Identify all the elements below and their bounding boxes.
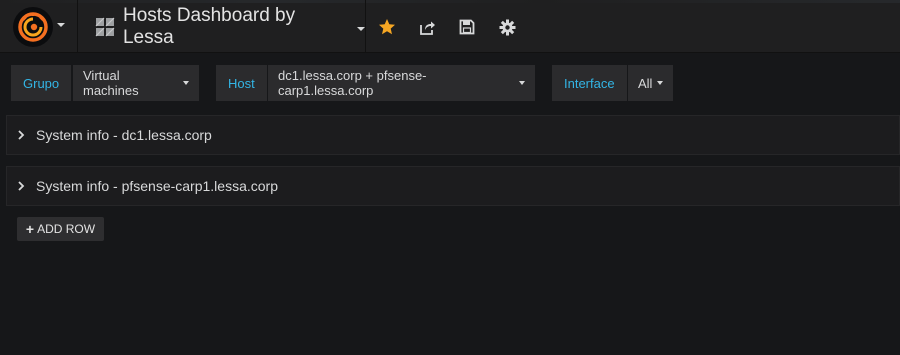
chevron-down-icon (657, 81, 664, 85)
chevron-down-icon (57, 23, 65, 27)
row-title: System info - pfsense-carp1.lessa.corp (36, 178, 278, 194)
chevron-down-icon (519, 81, 525, 85)
dashboard-title-button[interactable]: Hosts Dashboard by Lessa (79, 0, 366, 53)
variable-label-host: Host (216, 65, 267, 101)
variable-label-grupo: Grupo (11, 65, 72, 101)
top-navbar: Hosts Dashboard by Lessa (0, 0, 900, 53)
chevron-down-icon (357, 26, 365, 31)
row-title: System info - dc1.lessa.corp (36, 127, 212, 143)
dashboard-row[interactable]: System info - pfsense-carp1.lessa.corp (6, 166, 900, 206)
share-icon[interactable] (417, 17, 437, 37)
variable-dropdown-grupo[interactable]: Virtual machines (73, 65, 199, 101)
grafana-logo-icon (12, 6, 53, 47)
dashboard-title: Hosts Dashboard by Lessa (122, 4, 296, 48)
gear-icon[interactable] (497, 17, 517, 37)
chevron-right-icon (18, 181, 25, 191)
variable-dropdown-host[interactable]: dc1.lessa.corp + pfsense-carp1.lessa.cor… (268, 65, 535, 101)
variable-value-grupo: Virtual machines (83, 68, 139, 98)
save-icon[interactable] (457, 17, 477, 37)
chevron-right-icon (18, 130, 25, 140)
dashboard-grid-icon (95, 17, 115, 36)
variable-label-interface: Interface (552, 65, 627, 101)
add-row-button[interactable]: + ADD ROW (17, 217, 104, 241)
variable-value-interface: All (638, 75, 653, 91)
chevron-down-icon (183, 81, 189, 85)
dashboard-row[interactable]: System info - dc1.lessa.corp (6, 115, 900, 155)
plus-icon: + (25, 221, 35, 237)
add-row-label: ADD ROW (37, 222, 96, 236)
variable-dropdown-interface[interactable]: All (628, 65, 673, 101)
variable-value-host: dc1.lessa.corp + pfsense-carp1.lessa.cor… (278, 68, 427, 98)
side-menu-toggle[interactable] (0, 0, 78, 53)
star-icon[interactable] (377, 17, 397, 37)
